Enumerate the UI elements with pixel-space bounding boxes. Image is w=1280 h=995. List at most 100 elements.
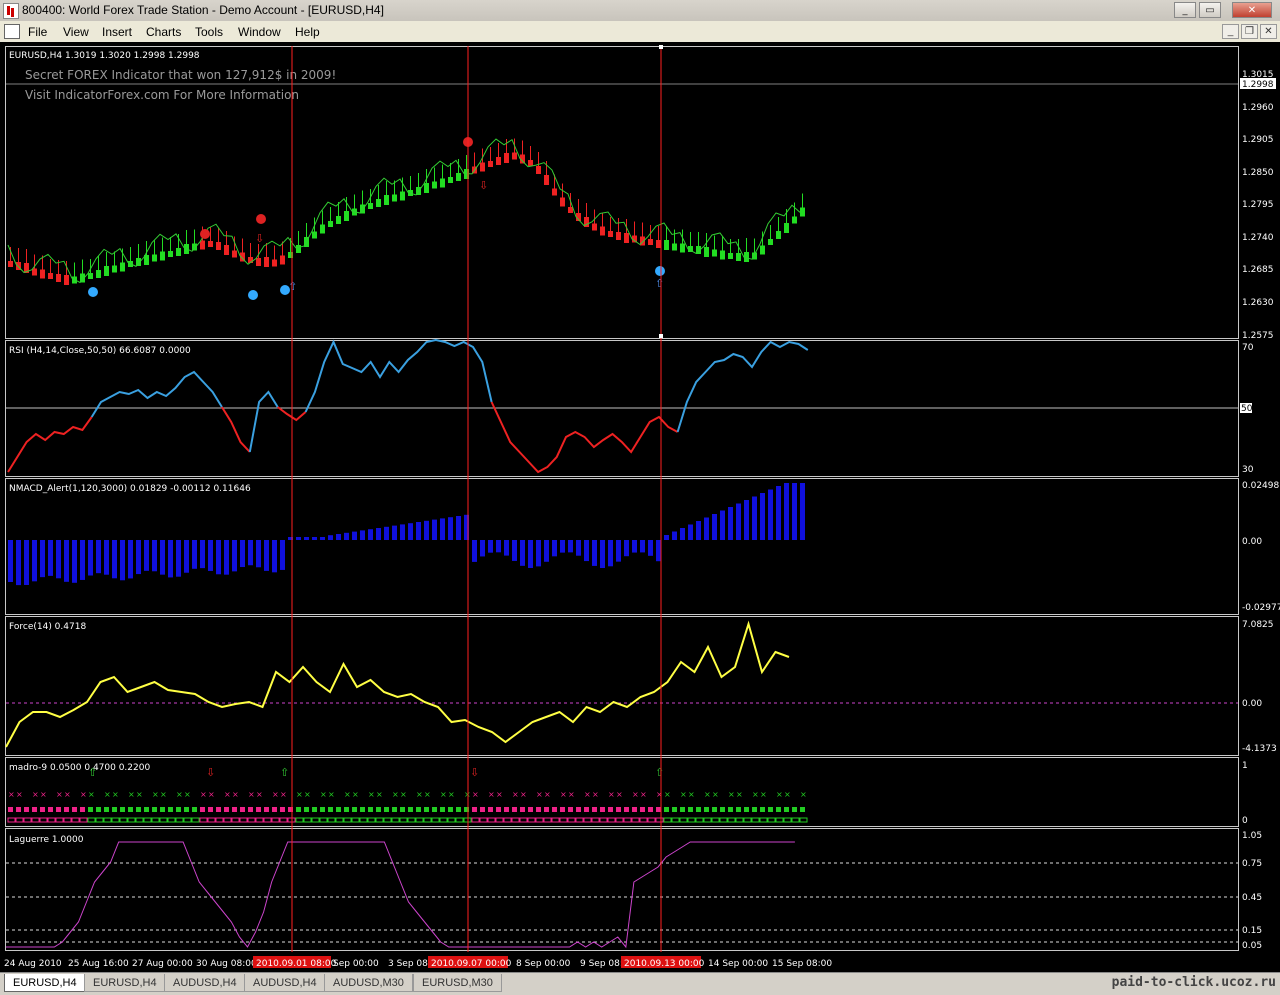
madro-block	[400, 807, 405, 812]
madro-block	[640, 807, 645, 812]
price-label: 1.2795	[1242, 200, 1274, 210]
macd-bar	[608, 540, 613, 567]
madro-block	[488, 807, 493, 812]
candle	[560, 197, 565, 207]
macd-bar	[520, 540, 525, 566]
madro-cell	[743, 817, 752, 823]
marker-handle[interactable]	[659, 45, 663, 49]
menu-charts[interactable]: Charts	[146, 25, 181, 39]
madro-cell	[151, 817, 160, 823]
madro-block	[96, 807, 101, 812]
madro-cell	[639, 817, 648, 823]
candle	[784, 223, 789, 233]
document-icon[interactable]	[4, 24, 20, 39]
candle	[208, 241, 213, 247]
madro-cell	[55, 817, 64, 823]
madro-block	[112, 807, 117, 812]
chart-window[interactable]: EURUSD,H4 1.3019 1.3020 1.2998 1.2998 Se…	[0, 42, 1280, 972]
madro-block	[16, 807, 21, 812]
madro-block	[8, 807, 13, 812]
macd-bar	[416, 522, 421, 540]
madro-block	[72, 807, 77, 812]
madro-cell	[791, 817, 800, 823]
madro-block	[360, 807, 365, 812]
madro-cell	[623, 817, 632, 823]
madro-cell	[71, 817, 80, 823]
madro-cell	[319, 817, 328, 823]
macd-bar	[144, 540, 149, 571]
madro-block	[536, 807, 541, 812]
macd-bar	[168, 540, 173, 578]
tab-eurusd-h4[interactable]: EURUSD,H4	[84, 974, 166, 992]
candle	[448, 177, 453, 183]
chart-canvas[interactable]: EURUSD,H4 1.3019 1.3020 1.2998 1.2998 Se…	[0, 42, 1280, 972]
madro-cell	[271, 817, 280, 823]
madro-cell	[303, 817, 312, 823]
macd-bar	[200, 540, 205, 569]
menu-help[interactable]: Help	[295, 25, 320, 39]
tab-audusd-h4[interactable]: AUDUSD,H4	[164, 974, 246, 992]
macd-bar	[248, 540, 253, 566]
candle	[424, 183, 429, 193]
madro-block	[624, 807, 629, 812]
tab-eurusd-h4[interactable]: EURUSD,H4	[4, 974, 86, 992]
tab-audusd-h4[interactable]: AUDUSD,H4	[244, 974, 326, 992]
madro-cell	[535, 817, 544, 823]
madro-cross: ×	[800, 790, 807, 799]
buy-signal-icon	[248, 290, 258, 300]
menu-file[interactable]: File	[28, 25, 47, 39]
macd-bar	[408, 523, 413, 540]
mdi-restore-button[interactable]: ❐	[1241, 24, 1258, 39]
menu-view[interactable]: View	[63, 25, 89, 39]
marker-handle[interactable]	[659, 334, 663, 338]
madro-cell	[23, 817, 32, 823]
rsi-segment	[248, 390, 279, 453]
mdi-minimize-button[interactable]: _	[1222, 24, 1239, 39]
close-button[interactable]: ✕	[1232, 2, 1272, 18]
candle	[216, 242, 221, 250]
macd-bar	[352, 531, 357, 540]
madro-cross: ×	[296, 790, 303, 799]
down-arrow-icon: ⇩	[470, 766, 479, 779]
price-label: 1.2685	[1242, 265, 1274, 275]
menu-insert[interactable]: Insert	[102, 25, 132, 39]
madro-cell	[143, 817, 152, 823]
rsi-level: 50	[1241, 404, 1253, 414]
macd-bar	[16, 540, 21, 586]
laguerre-level: 0.75	[1242, 859, 1262, 869]
madro-cross: ×	[640, 790, 647, 799]
macd-bar	[272, 540, 277, 573]
buy-signal-icon	[88, 287, 98, 297]
candle	[312, 231, 317, 239]
tab-eurusd-m30[interactable]: EURUSD,M30	[413, 974, 502, 992]
rsi-segment	[90, 370, 223, 418]
time-marker-label: 2010.09.13 00:00	[624, 959, 705, 969]
madro-cross: ×	[512, 790, 519, 799]
madro-block	[328, 807, 333, 812]
madro-cell	[95, 817, 104, 823]
madro-block	[56, 807, 61, 812]
watermark: paid-to-click.ucoz.ru	[1111, 975, 1276, 990]
candle	[440, 178, 445, 188]
mdi-close-button[interactable]: ✕	[1260, 24, 1277, 39]
madro-block	[512, 807, 517, 812]
candle	[736, 253, 741, 261]
menu-tools[interactable]: Tools	[195, 25, 223, 39]
madro-block	[304, 807, 309, 812]
madro-cross: ×	[248, 790, 255, 799]
madro-cross: ×	[544, 790, 551, 799]
madro-cross: ×	[8, 790, 15, 799]
time-label: 25 Aug 16:00	[68, 959, 129, 969]
menu-window[interactable]: Window	[238, 25, 281, 39]
minimize-button[interactable]: _	[1174, 2, 1196, 18]
macd-bar	[744, 500, 749, 540]
madro-block	[48, 807, 53, 812]
madro-cell	[719, 817, 728, 823]
madro-block	[320, 807, 325, 812]
macd-bar	[8, 540, 13, 582]
up-arrow-icon: ⇧	[655, 277, 664, 290]
madro-cell	[759, 817, 768, 823]
maximize-button[interactable]: ▭	[1199, 2, 1221, 18]
candle	[344, 211, 349, 221]
tab-audusd-m30[interactable]: AUDUSD,M30	[324, 974, 413, 992]
